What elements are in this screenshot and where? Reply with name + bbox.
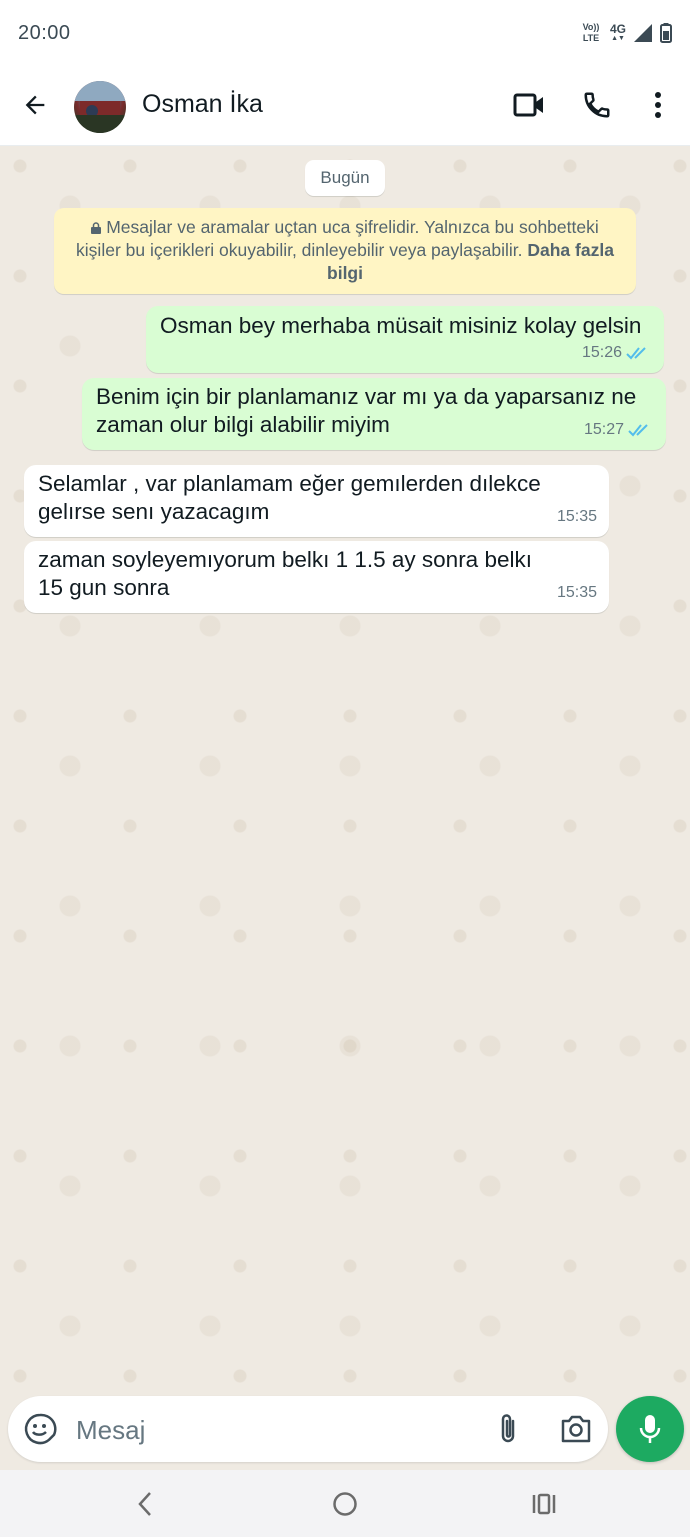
message-text: zaman soyleyemıyorum belkı 1 1.5 ay sonr… — [38, 547, 532, 600]
encryption-notice[interactable]: Mesajlar ve aramalar uçtan uca şifrelidi… — [54, 208, 636, 294]
message-time: 15:35 — [556, 508, 597, 525]
message-meta: 15:27 — [584, 416, 654, 444]
video-call-button[interactable] — [510, 86, 548, 124]
status-time: 20:00 — [18, 21, 71, 44]
message-bubble-incoming[interactable]: Selamlar , var planlamam eğer gemılerden… — [24, 465, 609, 537]
system-nav-bar — [0, 1470, 690, 1537]
double-check-read-icon — [628, 424, 648, 437]
composer-bar — [8, 1396, 608, 1462]
nav-back-icon — [138, 1492, 151, 1516]
message-input[interactable] — [74, 1408, 478, 1452]
nav-home-icon — [333, 1492, 357, 1516]
attach-button[interactable] — [488, 1409, 528, 1449]
message-text: Selamlar , var planlamam eğer gemılerden… — [38, 471, 541, 524]
back-button[interactable] — [16, 86, 54, 124]
more-vert-icon — [655, 92, 661, 118]
nav-recents-icon — [532, 1493, 556, 1515]
network-type: 4G ▲▼ — [609, 22, 626, 42]
date-chip: Bugün — [305, 160, 385, 196]
message-time: 15:27 — [583, 421, 624, 438]
signal-icon — [634, 24, 652, 42]
message-meta: 15:35 — [557, 579, 597, 607]
back-arrow-icon — [25, 95, 45, 115]
voice-call-button[interactable] — [578, 86, 616, 124]
emoji-sticker-icon — [24, 1413, 57, 1445]
status-icons: Vo)) LTE 4G ▲▼ — [580, 22, 672, 44]
double-check-read-icon — [626, 347, 646, 360]
message-time: 15:26 — [581, 344, 622, 361]
attach-icon — [501, 1414, 515, 1443]
phone-icon — [584, 92, 610, 118]
status-bar: 20:00 Vo)) LTE 4G ▲▼ — [0, 0, 690, 66]
battery-icon — [660, 23, 672, 43]
message-bubble-incoming[interactable]: zaman soyleyemıyorum belkı 1 1.5 ay sonr… — [24, 541, 609, 613]
camera-icon — [561, 1415, 591, 1443]
message-bubble-outgoing[interactable]: Benim için bir planlamanız var mı ya da … — [82, 378, 666, 450]
message-text: Benim için bir planlamanız var mı ya da … — [96, 384, 637, 437]
video-call-icon — [513, 93, 543, 117]
chat-area[interactable]: Bugün Mesajlar ve aramalar uçtan uca şif… — [0, 146, 690, 1394]
message-bubble-outgoing[interactable]: Osman bey merhaba müsait misiniz kolay g… — [146, 306, 664, 373]
emoji-button[interactable] — [20, 1409, 60, 1449]
encryption-text: Mesajlar ve aramalar uçtan uca şifrelidi… — [76, 217, 599, 260]
avatar[interactable] — [74, 81, 126, 133]
volte-icon: Vo)) LTE — [582, 22, 600, 43]
network-label: 4G — [609, 22, 626, 36]
mic-icon — [639, 1415, 661, 1443]
more-options-button[interactable] — [639, 86, 677, 124]
voice-record-button[interactable] — [616, 1396, 684, 1462]
avatar-photo-icon — [74, 81, 126, 133]
nav-back-button[interactable] — [125, 1486, 165, 1522]
nav-home-button[interactable] — [325, 1486, 365, 1522]
contact-name[interactable]: Osman İka — [142, 90, 263, 119]
camera-button[interactable] — [556, 1409, 596, 1449]
message-meta: 15:35 — [557, 503, 597, 531]
lock-icon — [91, 222, 102, 234]
message-time: 15:35 — [556, 584, 597, 601]
chat-header: Osman İka — [0, 66, 690, 146]
nav-recents-button[interactable] — [524, 1486, 564, 1522]
message-meta: 15:26 — [582, 339, 652, 367]
message-text: Osman bey merhaba müsait misiniz kolay g… — [160, 313, 642, 338]
